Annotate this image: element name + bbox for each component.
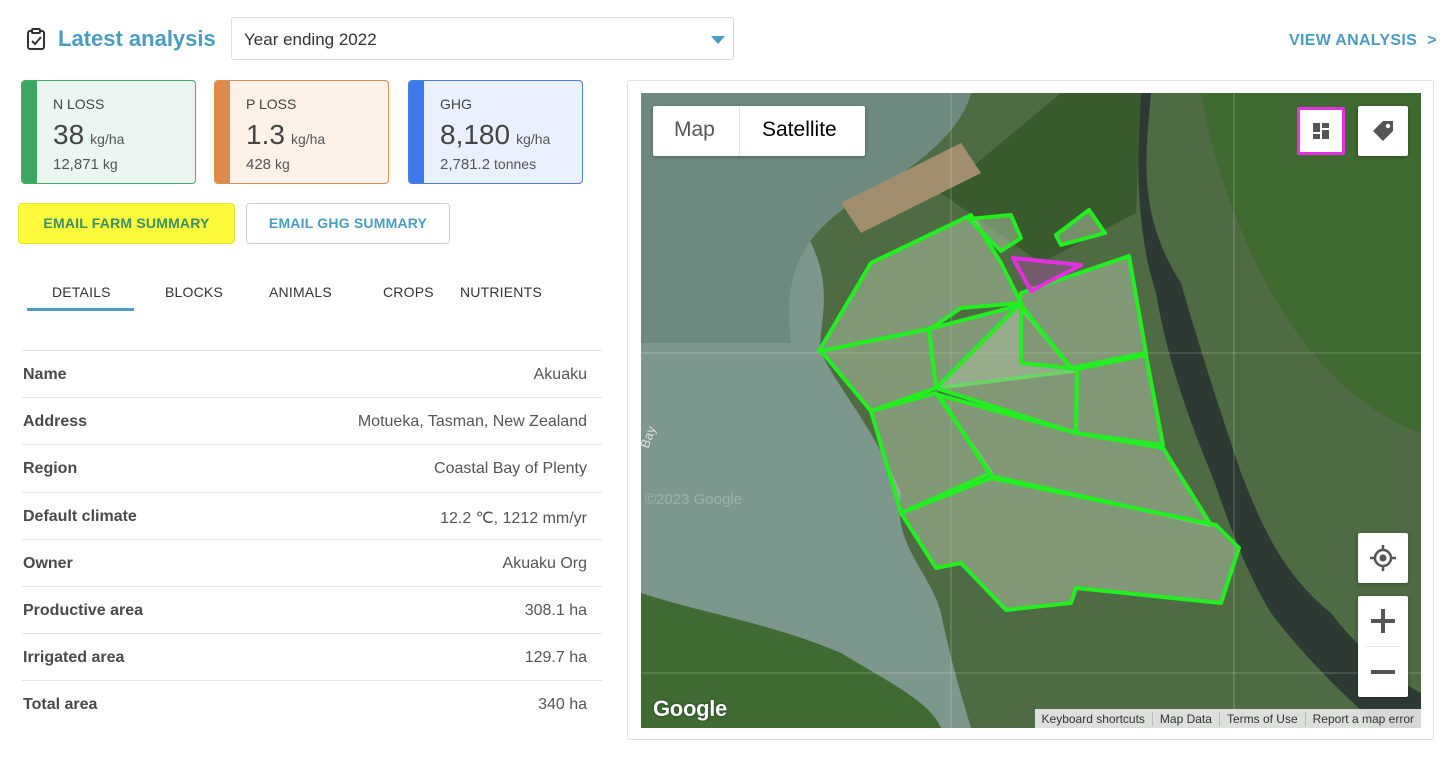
map-data-link[interactable]: Map Data bbox=[1151, 711, 1219, 726]
year-select-value: Year ending 2022 bbox=[244, 30, 377, 49]
ghg-card: GHG 8,180 kg/ha 2,781.2 tonnes bbox=[408, 80, 583, 184]
ghg-total-unit: tonnes bbox=[494, 156, 537, 172]
ghg-color-bar bbox=[409, 81, 424, 183]
detail-key: Productive area bbox=[23, 601, 144, 619]
map-watermark: ©2023 Google bbox=[645, 491, 742, 508]
keyboard-shortcuts-link[interactable]: Keyboard shortcuts bbox=[1035, 712, 1152, 726]
ghg-total-value: 2,781.2 bbox=[440, 156, 491, 173]
labels-toggle-button[interactable] bbox=[1358, 106, 1408, 156]
n-loss-total-unit: kg bbox=[102, 156, 118, 172]
detail-value: 308.1 ha bbox=[524, 601, 587, 619]
year-select[interactable]: Year ending 2022 bbox=[231, 17, 734, 60]
detail-value: 129.7 ha bbox=[524, 649, 587, 667]
google-logo: Google bbox=[653, 696, 727, 721]
detail-value: Akuaku Org bbox=[502, 554, 587, 572]
n-loss-value: 38 kg/ha bbox=[53, 119, 124, 151]
map-attribution: Keyboard shortcuts Map Data Terms of Use… bbox=[1034, 709, 1421, 728]
clipboard-check-icon bbox=[27, 28, 45, 50]
detail-key: Total area bbox=[23, 696, 98, 714]
my-location-icon bbox=[1370, 545, 1396, 571]
blocks-icon bbox=[1313, 123, 1329, 139]
map-type-divider bbox=[739, 106, 740, 156]
caret-down-icon bbox=[711, 36, 725, 44]
table-row: Irrigated area 129.7 ha bbox=[22, 633, 602, 680]
table-row: Name Akuaku bbox=[22, 350, 602, 397]
table-row: Default climate 12.2 ℃, 1212 mm/yr bbox=[22, 491, 602, 539]
table-row: Owner Akuaku Org bbox=[22, 538, 602, 586]
view-analysis-label: VIEW ANALYSIS bbox=[1289, 32, 1418, 49]
tab-crops[interactable]: CROPS bbox=[383, 284, 434, 300]
n-loss-card: N LOSS 38 kg/ha 12,871 kg bbox=[21, 80, 196, 184]
p-loss-card: P LOSS 1.3 kg/ha 428 kg bbox=[214, 80, 389, 184]
detail-key: Address bbox=[23, 413, 88, 431]
farm-details-table: Name Akuaku Address Motueka, Tasman, New Z… bbox=[22, 350, 602, 728]
p-loss-total: 428 kg bbox=[246, 156, 290, 173]
email-farm-summary-button[interactable]: EMAIL FARM SUMMARY bbox=[18, 203, 235, 244]
tag-icon bbox=[1373, 121, 1393, 141]
ghg-number: 8,180 bbox=[440, 119, 511, 150]
email-ghg-summary-button[interactable]: EMAIL GHG SUMMARY bbox=[246, 203, 450, 244]
detail-value: 12.2 ℃, 1212 mm/yr bbox=[440, 509, 587, 527]
n-loss-unit: kg/ha bbox=[90, 131, 125, 147]
chevron-right-icon: > bbox=[1427, 32, 1437, 49]
detail-key: Region bbox=[23, 460, 78, 478]
n-loss-label: N LOSS bbox=[53, 96, 105, 112]
n-loss-number: 38 bbox=[53, 119, 85, 150]
n-loss-total-value: 12,871 bbox=[53, 156, 99, 173]
ghg-value: 8,180 kg/ha bbox=[440, 119, 550, 151]
detail-value: Coastal Bay of Plenty bbox=[434, 460, 587, 478]
ghg-label: GHG bbox=[440, 96, 472, 112]
table-row: Productive area 308.1 ha bbox=[22, 585, 602, 633]
n-loss-color-bar bbox=[22, 81, 37, 183]
my-location-button[interactable] bbox=[1358, 533, 1408, 583]
satellite-imagery[interactable] bbox=[641, 93, 1421, 728]
p-loss-color-bar bbox=[215, 81, 230, 183]
table-row: Region Coastal Bay of Plenty bbox=[22, 444, 602, 491]
detail-key: Irrigated area bbox=[23, 649, 125, 667]
zoom-control bbox=[1358, 596, 1408, 697]
page-title: Latest analysis bbox=[58, 26, 216, 51]
tab-blocks[interactable]: BLOCKS bbox=[165, 284, 223, 300]
detail-key: Name bbox=[23, 366, 67, 383]
detail-value: Akuaku bbox=[533, 366, 587, 383]
analysis-tabs: DETAILS BLOCKS ANIMALS CROPS NUTRIENTS bbox=[22, 272, 602, 312]
detail-key: Owner bbox=[23, 554, 73, 572]
zoom-in-icon[interactable] bbox=[1370, 608, 1396, 634]
detail-value: Motueka, Tasman, New Zealand bbox=[357, 413, 587, 431]
view-analysis-link[interactable]: VIEW ANALYSIS > bbox=[1289, 32, 1437, 50]
map-type-control: Map Satellite bbox=[653, 106, 865, 156]
analysis-header: Latest analysis Year ending 2022 VIEW AN… bbox=[22, 16, 1442, 62]
detail-value: 340 ha bbox=[538, 696, 587, 714]
tab-nutrients[interactable]: NUTRIENTS bbox=[460, 284, 542, 300]
zoom-out-icon[interactable] bbox=[1370, 659, 1396, 685]
terms-of-use-link[interactable]: Terms of Use bbox=[1218, 711, 1305, 726]
ghg-unit: kg/ha bbox=[516, 131, 551, 147]
zoom-divider bbox=[1366, 646, 1400, 647]
p-loss-total-unit: kg bbox=[275, 156, 290, 172]
ghg-total: 2,781.2 tonnes bbox=[440, 156, 536, 173]
active-tab-indicator bbox=[27, 308, 134, 311]
p-loss-total-value: 428 bbox=[246, 156, 272, 173]
p-loss-number: 1.3 bbox=[246, 119, 285, 150]
report-map-error-link[interactable]: Report a map error bbox=[1304, 711, 1421, 726]
n-loss-total: 12,871 kg bbox=[53, 156, 118, 173]
p-loss-value: 1.3 kg/ha bbox=[246, 119, 325, 151]
tab-animals[interactable]: ANIMALS bbox=[269, 284, 332, 300]
detail-key: Default climate bbox=[23, 507, 137, 525]
map-type-map-button[interactable]: Map bbox=[674, 118, 715, 142]
blocks-toggle-button[interactable] bbox=[1297, 107, 1345, 155]
p-loss-label: P LOSS bbox=[246, 96, 297, 112]
tab-details[interactable]: DETAILS bbox=[52, 284, 111, 300]
p-loss-unit: kg/ha bbox=[290, 131, 326, 147]
table-row: Total area 340 ha bbox=[22, 680, 602, 727]
table-row: Address Motueka, Tasman, New Zealand bbox=[22, 397, 602, 444]
map-type-satellite-button[interactable]: Satellite bbox=[762, 118, 837, 142]
farm-map[interactable]: Bay ©2023 Google Map Satellite Google Ke… bbox=[641, 93, 1421, 728]
